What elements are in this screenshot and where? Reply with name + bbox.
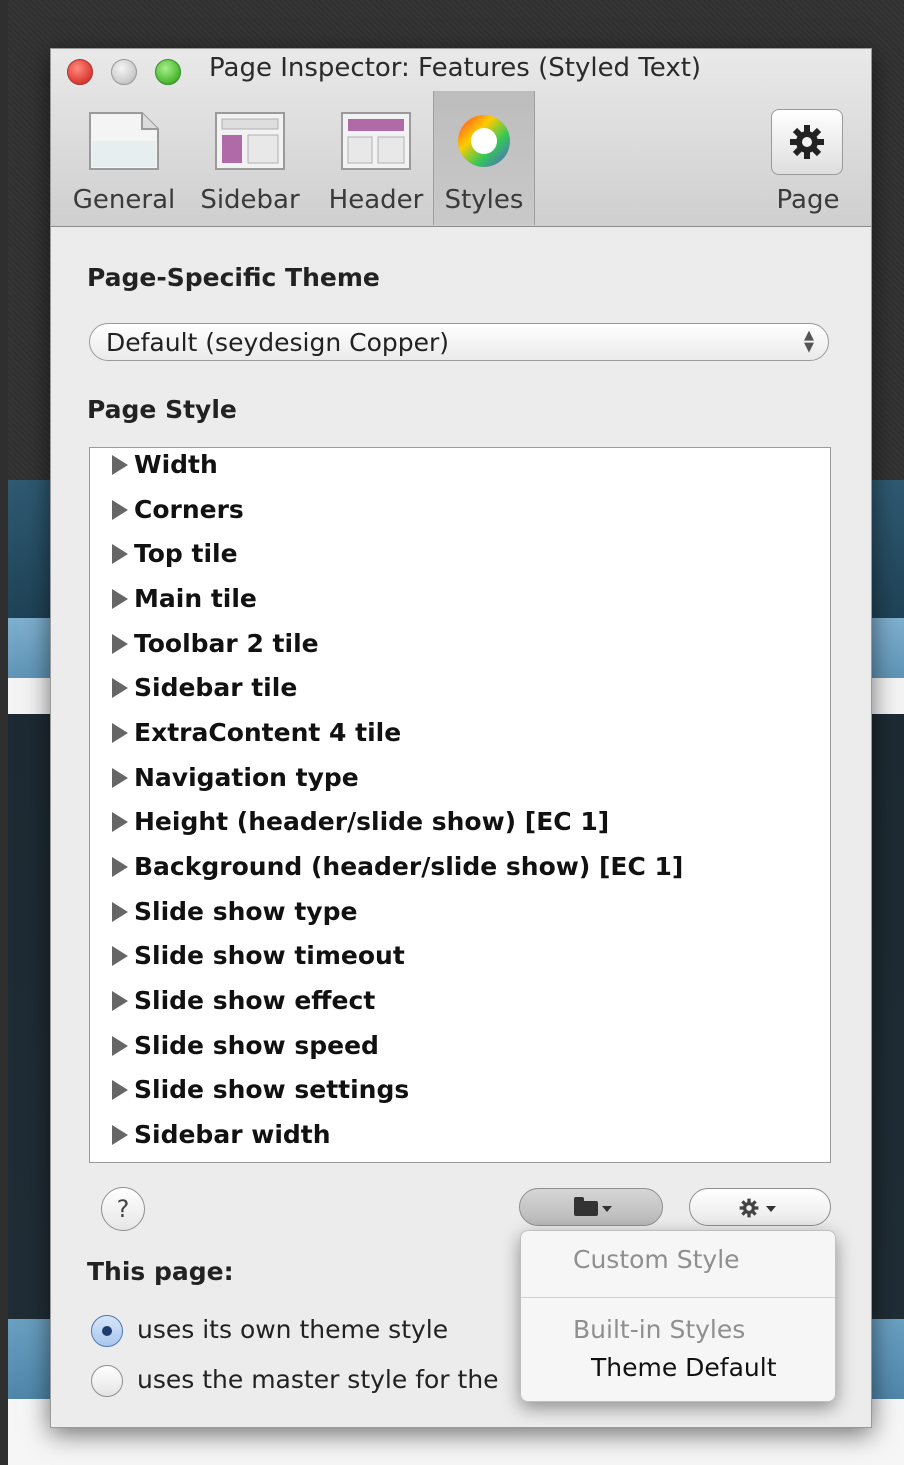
- master-style-label[interactable]: uses the master style for the: [137, 1365, 499, 1394]
- style-item-label: Slide show settings: [134, 1075, 410, 1104]
- style-item-sidebar-width[interactable]: Sidebar width: [112, 1120, 331, 1162]
- disclosure-triangle-icon[interactable]: [112, 500, 128, 520]
- minimize-window-button[interactable]: [111, 59, 137, 85]
- general-page-icon: [89, 112, 159, 170]
- disclosure-triangle-icon[interactable]: [112, 678, 128, 698]
- disclosure-triangle-icon[interactable]: [112, 902, 128, 922]
- page-style-heading: Page Style: [87, 395, 237, 424]
- style-item-label: Toolbar 2 tile: [134, 629, 319, 658]
- style-item-slide-show-settings[interactable]: Slide show settings: [112, 1075, 409, 1119]
- style-item-label: Slide show type: [134, 897, 358, 926]
- style-item-height[interactable]: Height (header/slide show) [EC 1]: [112, 807, 609, 851]
- own-theme-style-label[interactable]: uses its own theme style: [137, 1315, 448, 1344]
- style-item-corners[interactable]: Corners: [112, 495, 244, 539]
- menu-item-custom-style: Custom Style: [573, 1245, 740, 1274]
- tab-styles[interactable]: Styles: [433, 91, 535, 225]
- style-item-slide-show-type[interactable]: Slide show type: [112, 897, 357, 941]
- window-toolbar: Page Inspector: Features (Styled Text) G…: [51, 49, 871, 227]
- disclosure-triangle-icon[interactable]: [112, 768, 128, 788]
- menu-separator: [521, 1297, 835, 1298]
- style-item-label: Navigation type: [134, 763, 359, 792]
- style-item-top-tile[interactable]: Top tile: [112, 539, 238, 583]
- style-item-label: Sidebar width: [134, 1120, 331, 1149]
- gear-icon: [790, 125, 824, 159]
- zoom-window-button[interactable]: [155, 59, 181, 85]
- folder-icon: [574, 1197, 598, 1216]
- master-style-radio[interactable]: [91, 1365, 123, 1397]
- style-item-sidebar-tile[interactable]: Sidebar tile: [112, 673, 297, 717]
- tab-sidebar[interactable]: Sidebar: [195, 91, 305, 225]
- sidebar-layout-icon: [215, 112, 285, 170]
- disclosure-triangle-icon[interactable]: [112, 634, 128, 654]
- style-item-label: Top tile: [134, 539, 238, 568]
- this-page-heading: This page:: [87, 1257, 234, 1286]
- theme-heading: Page-Specific Theme: [87, 263, 380, 292]
- disclosure-triangle-icon[interactable]: [112, 1080, 128, 1100]
- tab-general-label: General: [72, 185, 176, 215]
- style-item-slide-show-timeout[interactable]: Slide show timeout: [112, 941, 405, 985]
- style-item-label: Main tile: [134, 584, 257, 613]
- style-item-label: Slide show timeout: [134, 941, 405, 970]
- close-window-button[interactable]: [67, 59, 93, 85]
- style-item-label: Width: [134, 450, 218, 479]
- disclosure-triangle-icon[interactable]: [112, 455, 128, 475]
- style-item-slide-show-speed[interactable]: Slide show speed: [112, 1031, 379, 1075]
- style-item-navigation-type[interactable]: Navigation type: [112, 763, 359, 807]
- style-folder-menu-button[interactable]: [519, 1188, 663, 1226]
- style-item-toolbar-2-tile[interactable]: Toolbar 2 tile: [112, 629, 319, 673]
- disclosure-triangle-icon[interactable]: [112, 857, 128, 877]
- page-inspector-button[interactable]: Page: [765, 91, 851, 225]
- help-button[interactable]: ?: [101, 1187, 145, 1231]
- style-item-label: Corners: [134, 495, 244, 524]
- style-action-menu-button[interactable]: [689, 1188, 831, 1226]
- disclosure-triangle-icon[interactable]: [112, 946, 128, 966]
- disclosure-triangle-icon[interactable]: [112, 723, 128, 743]
- disclosure-triangle-icon[interactable]: [112, 991, 128, 1011]
- tab-header[interactable]: Header: [319, 91, 433, 225]
- tab-header-label: Header: [328, 185, 424, 215]
- menu-item-theme-default[interactable]: Theme Default: [591, 1353, 777, 1382]
- tab-general[interactable]: General: [69, 91, 179, 225]
- style-item-label: Slide show effect: [134, 986, 376, 1015]
- window-title: Page Inspector: Features (Styled Text): [209, 53, 702, 83]
- color-wheel-icon: [458, 115, 510, 167]
- gear-icon: [739, 1198, 759, 1218]
- disclosure-triangle-icon[interactable]: [112, 1125, 128, 1145]
- theme-select[interactable]: Default (seydesign Copper) ▲ ▼: [89, 323, 829, 361]
- style-item-label: Background (header/slide show) [EC 1]: [134, 852, 684, 881]
- gear-button-frame: [771, 109, 843, 175]
- style-item-label: Sidebar tile: [134, 673, 298, 702]
- page-style-list[interactable]: Width Corners Top tile Main tile Toolbar…: [89, 447, 831, 1163]
- style-item-label: ExtraContent 4 tile: [134, 718, 402, 747]
- theme-select-value: Default (seydesign Copper): [106, 328, 450, 357]
- tab-styles-label: Styles: [444, 185, 524, 215]
- updown-arrows-icon: ▲ ▼: [804, 328, 814, 355]
- chevron-down-icon: [602, 1206, 612, 1212]
- style-item-width[interactable]: Width: [112, 450, 218, 494]
- disclosure-triangle-icon[interactable]: [112, 544, 128, 564]
- tab-sidebar-label: Sidebar: [200, 185, 300, 215]
- style-item-extracontent-4-tile[interactable]: ExtraContent 4 tile: [112, 718, 401, 762]
- menu-header-built-in-styles: Built-in Styles: [573, 1315, 746, 1344]
- own-theme-style-radio[interactable]: [91, 1315, 123, 1347]
- style-folder-dropdown-menu: Custom Style Built-in Styles Theme Defau…: [520, 1230, 836, 1402]
- disclosure-triangle-icon[interactable]: [112, 812, 128, 832]
- page-inspector-window: Page Inspector: Features (Styled Text) G…: [50, 48, 872, 1428]
- style-item-slide-show-effect[interactable]: Slide show effect: [112, 986, 375, 1030]
- page-button-label: Page: [776, 185, 840, 215]
- style-item-label: Height (header/slide show) [EC 1]: [134, 807, 610, 836]
- header-layout-icon: [341, 112, 411, 170]
- disclosure-triangle-icon[interactable]: [112, 589, 128, 609]
- style-item-background[interactable]: Background (header/slide show) [EC 1]: [112, 852, 683, 896]
- style-item-label: Slide show speed: [134, 1031, 379, 1060]
- style-item-main-tile[interactable]: Main tile: [112, 584, 257, 628]
- chevron-down-icon: [766, 1206, 776, 1212]
- disclosure-triangle-icon[interactable]: [112, 1036, 128, 1056]
